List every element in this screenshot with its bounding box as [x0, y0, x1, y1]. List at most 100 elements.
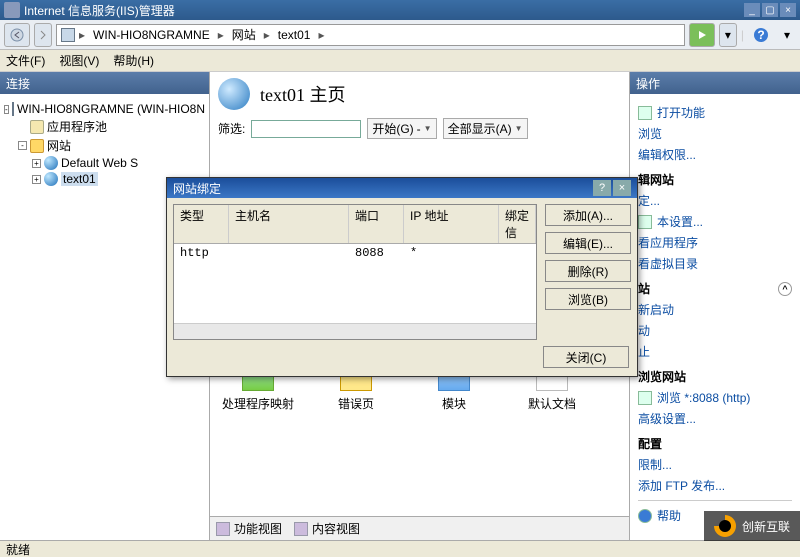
browse-icon — [638, 391, 652, 405]
col-type[interactable]: 类型 — [174, 205, 229, 243]
server-icon — [12, 102, 14, 116]
actions-header: 操作 — [630, 72, 800, 94]
col-port[interactable]: 端口 — [349, 205, 404, 243]
connections-header: 连接 — [0, 72, 209, 94]
action-bindings[interactable]: 定... — [638, 192, 792, 209]
refresh-button[interactable] — [689, 23, 715, 47]
edit-button[interactable]: 编辑(E)... — [545, 232, 631, 254]
action-browse-8088[interactable]: 浏览 *:8088 (http) — [638, 389, 792, 406]
menu-view[interactable]: 视图(V) — [59, 52, 99, 69]
breadcrumb-seg-server[interactable]: WIN-HIO8NGRAMNE — [89, 28, 214, 42]
globe-icon — [44, 172, 58, 186]
action-restart[interactable]: 新启动 — [638, 301, 792, 318]
page-title: text01 主页 — [260, 81, 346, 107]
action-stop[interactable]: 止 — [638, 343, 792, 360]
status-text: 就绪 — [6, 541, 30, 558]
add-button[interactable]: 添加(A)... — [545, 204, 631, 226]
server-icon — [61, 28, 75, 42]
start-dropdown[interactable]: 开始(G) - ▼ — [367, 118, 436, 139]
menu-file[interactable]: 文件(F) — [6, 52, 45, 69]
section-edit-site: 辑网站 — [638, 171, 792, 188]
tree-app-pools[interactable]: 应用程序池 — [18, 118, 205, 135]
chevron-right-icon: ▸ — [218, 28, 224, 42]
folder-icon — [30, 139, 44, 153]
site-bindings-dialog: 网站绑定 ? × 类型 主机名 端口 IP 地址 绑定信 http 8088 *… — [166, 177, 638, 377]
tree-site-default[interactable]: +Default Web S — [32, 156, 205, 170]
action-basic-settings[interactable]: 本设置... — [638, 213, 792, 230]
filter-row: 筛选: 开始(G) - ▼ 全部显示(A)▼ — [218, 118, 621, 139]
action-edit-permissions[interactable]: 编辑权限... — [638, 146, 792, 163]
collapse-icon[interactable]: ^ — [778, 282, 792, 296]
tab-features-view[interactable]: 功能视图 — [216, 520, 282, 537]
window-title: Internet 信息服务(IIS)管理器 — [24, 2, 744, 19]
close-dialog-button[interactable]: 关闭(C) — [543, 346, 629, 368]
action-view-vdirs[interactable]: 看虚拟目录 — [638, 255, 792, 272]
settings-icon — [638, 215, 652, 229]
dialog-side-buttons: 添加(A)... 编辑(E)... 删除(R) 浏览(B) — [545, 204, 631, 340]
section-configure: 配置 — [638, 435, 792, 452]
action-start[interactable]: 动 — [638, 322, 792, 339]
tab-content-view[interactable]: 内容视图 — [294, 520, 360, 537]
action-advanced[interactable]: 高级设置... — [638, 410, 792, 427]
dialog-close-button[interactable]: × — [613, 180, 631, 196]
breadcrumb[interactable]: ▸ WIN-HIO8NGRAMNE ▸ 网站 ▸ text01 ▸ — [56, 24, 685, 46]
help-icon — [638, 509, 652, 523]
app-icon — [4, 2, 20, 18]
watermark-text: 创新互联 — [742, 518, 790, 535]
watermark-logo-icon — [714, 515, 736, 537]
breadcrumb-seg-site[interactable]: text01 — [274, 28, 315, 42]
status-bar: 就绪 — [0, 540, 800, 557]
dialog-title: 网站绑定 — [173, 180, 221, 197]
address-bar: ▸ WIN-HIO8NGRAMNE ▸ 网站 ▸ text01 ▸ ▾ | ? … — [0, 20, 800, 50]
bindings-listview[interactable]: 类型 主机名 端口 IP 地址 绑定信 http 8088 * — [173, 204, 537, 340]
col-ip[interactable]: IP 地址 — [404, 205, 499, 243]
menu-help[interactable]: 帮助(H) — [113, 52, 154, 69]
maximize-button[interactable]: ▢ — [762, 3, 778, 17]
breadcrumb-seg-sites[interactable]: 网站 — [228, 26, 260, 43]
listview-header: 类型 主机名 端口 IP 地址 绑定信 — [174, 205, 536, 244]
action-add-ftp[interactable]: 添加 FTP 发布... — [638, 477, 792, 494]
window-titlebar: Internet 信息服务(IIS)管理器 _ ▢ × — [0, 0, 800, 20]
view-tabs: 功能视图 内容视图 — [210, 516, 629, 540]
nav-forward-button[interactable] — [34, 23, 52, 47]
content-view-icon — [294, 522, 308, 536]
watermark: 创新互联 — [704, 511, 800, 541]
tree-sites[interactable]: -网站 — [18, 137, 205, 154]
col-host[interactable]: 主机名 — [229, 205, 349, 243]
refresh-dropdown[interactable]: ▾ — [719, 23, 737, 47]
chevron-right-icon: ▸ — [318, 28, 324, 42]
minimize-button[interactable]: _ — [744, 3, 760, 17]
filter-input[interactable] — [251, 120, 361, 138]
chevron-right-icon: ▸ — [79, 28, 85, 42]
features-view-icon — [216, 522, 230, 536]
binding-row[interactable]: http 8088 * — [174, 244, 536, 262]
section-browse-site: 浏览网站 — [638, 368, 792, 385]
pool-icon — [30, 120, 44, 134]
close-button[interactable]: × — [780, 3, 796, 17]
nav-back-button[interactable] — [4, 23, 30, 47]
listview-scrollbar[interactable] — [174, 323, 536, 339]
tree-server[interactable]: -WIN-HIO8NGRAMNE (WIN-HIO8N — [4, 102, 205, 116]
help-button[interactable]: ? — [748, 23, 774, 47]
action-browse[interactable]: 浏览 — [638, 125, 792, 142]
dialog-help-button[interactable]: ? — [593, 180, 611, 196]
window-buttons: _ ▢ × — [744, 3, 796, 17]
section-manage-site: 站^ — [638, 280, 792, 297]
filter-label: 筛选: — [218, 120, 245, 137]
browse-button[interactable]: 浏览(B) — [545, 288, 631, 310]
help-dropdown[interactable]: ▾ — [778, 23, 796, 47]
menu-bar: 文件(F) 视图(V) 帮助(H) — [0, 50, 800, 72]
svg-text:?: ? — [757, 28, 764, 42]
action-limits[interactable]: 限制... — [638, 456, 792, 473]
action-open-features[interactable]: 打开功能 — [638, 104, 792, 121]
dialog-titlebar: 网站绑定 ? × — [167, 178, 637, 198]
globe-icon — [44, 156, 58, 170]
action-view-apps[interactable]: 看应用程序 — [638, 234, 792, 251]
open-icon — [638, 106, 652, 120]
delete-button[interactable]: 删除(R) — [545, 260, 631, 282]
site-icon — [218, 78, 250, 110]
col-bind[interactable]: 绑定信 — [499, 205, 536, 243]
showall-dropdown[interactable]: 全部显示(A)▼ — [443, 118, 528, 139]
actions-panel: 操作 打开功能 浏览 编辑权限... 辑网站 定... 本设置... 看应用程序… — [630, 72, 800, 540]
actions-list: 打开功能 浏览 编辑权限... 辑网站 定... 本设置... 看应用程序 看虚… — [630, 94, 800, 540]
